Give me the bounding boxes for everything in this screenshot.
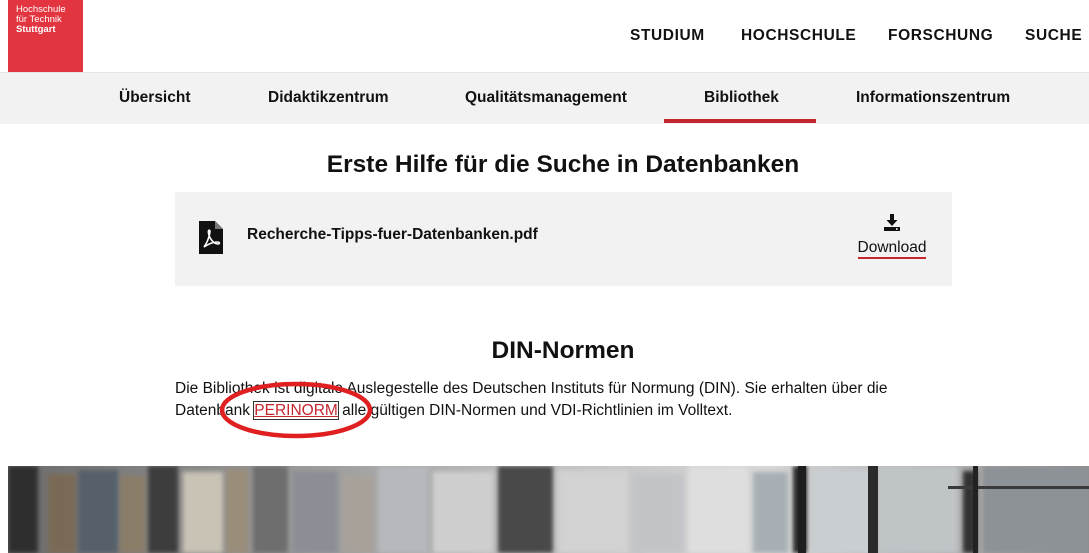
subnav-qualitaetsmanagement[interactable]: Qualitätsmanagement	[465, 89, 627, 107]
download-box: Recherche-Tipps-fuer-Datenbanken.pdf Dow…	[175, 192, 952, 286]
nav-forschung[interactable]: FORSCHUNG	[888, 27, 993, 45]
section-title-first-aid: Erste Hilfe für die Suche in Datenbanken	[326, 151, 800, 178]
sub-nav: Übersicht Didaktikzentrum Qualitätsmanag…	[0, 72, 1089, 124]
download-file-name: Recherche-Tipps-fuer-Datenbanken.pdf	[247, 226, 538, 243]
subnav-active-indicator	[664, 119, 816, 123]
download-label: Download	[857, 240, 927, 259]
din-paragraph: Die Bibliothek ist digitale Auslegestell…	[175, 378, 935, 422]
library-shelves-image	[8, 466, 1089, 553]
download-link[interactable]: Download	[856, 214, 928, 259]
pdf-file-icon	[199, 221, 223, 254]
subnav-didaktikzentrum[interactable]: Didaktikzentrum	[268, 89, 389, 107]
perinorm-link[interactable]: PERINORM	[253, 401, 339, 420]
section-title-din: DIN-Normen	[491, 337, 635, 364]
site-header: Hochschule für Technik Stuttgart STUDIUM…	[0, 0, 1089, 72]
nav-suche[interactable]: SUCHE	[1025, 27, 1082, 45]
main-nav: STUDIUM HOCHSCHULE FORSCHUNG SUCHE	[0, 27, 1089, 47]
nav-studium[interactable]: STUDIUM	[630, 27, 705, 45]
download-icon	[884, 214, 900, 231]
din-text-after: alle gültigen DIN-Normen und VDI-Richtli…	[337, 402, 733, 419]
library-photo	[8, 466, 1089, 553]
subnav-uebersicht[interactable]: Übersicht	[119, 89, 191, 107]
nav-hochschule[interactable]: HOCHSCHULE	[741, 27, 856, 45]
subnav-informationszentrum[interactable]: Informationszentrum	[856, 89, 1010, 107]
subnav-bibliothek[interactable]: Bibliothek	[704, 89, 779, 107]
